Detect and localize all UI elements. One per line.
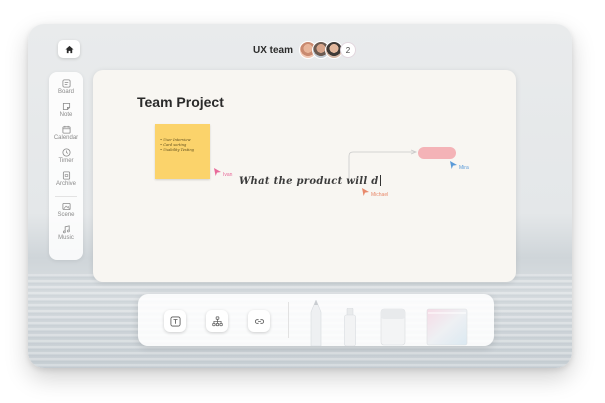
text-caret — [379, 175, 381, 186]
sidebar-item-label: Archive — [55, 181, 76, 187]
text-icon — [170, 316, 180, 326]
sidebar-item-timer[interactable]: Timer — [49, 148, 83, 164]
cursor-name: Mira — [459, 165, 469, 171]
calendar-icon — [61, 125, 71, 134]
shape-node[interactable] — [418, 147, 456, 159]
sidebar-divider — [55, 196, 77, 197]
archive-icon — [62, 171, 70, 180]
sidebar-item-archive[interactable]: Archive — [49, 171, 83, 187]
text-tool-button[interactable] — [164, 310, 186, 332]
cursor-arrow-icon — [362, 188, 369, 196]
pen-tool[interactable] — [308, 300, 324, 346]
cursor-name: Ivan — [223, 172, 233, 178]
team-header: UX team 2 — [253, 38, 357, 62]
sidebar-item-label: Timer — [58, 158, 74, 164]
member-avatars[interactable]: 2 — [299, 41, 357, 59]
cursor-arrow-icon — [214, 168, 221, 176]
cursor-arrow-icon — [450, 161, 457, 169]
home-icon — [64, 45, 74, 53]
app-window: UX team 2 Board Note Calendar Timer Arch… — [28, 24, 572, 368]
sidebar-item-board[interactable]: Board — [49, 79, 83, 95]
collaborator-cursor-ivan: Ivan — [214, 168, 232, 178]
sidebar-item-calendar[interactable]: Calendar — [49, 125, 83, 141]
diagram-tool-button[interactable] — [206, 310, 228, 332]
toolbar-divider — [288, 302, 289, 338]
marker-tool[interactable] — [342, 308, 358, 346]
member-count-badge[interactable]: 2 — [340, 42, 357, 58]
scene-icon — [61, 202, 71, 211]
eraser-tool[interactable] — [380, 308, 406, 346]
sidebar-item-note[interactable]: Note — [49, 102, 83, 118]
sidebar-item-label: Calendar — [53, 135, 79, 141]
sidebar-item-label: Board — [57, 89, 74, 95]
collaborator-cursor-mira: Mira — [450, 161, 469, 171]
whiteboard-canvas[interactable]: Team Project • User Interview • Card sor… — [93, 70, 516, 282]
sidebar-item-scene[interactable]: Scene — [49, 202, 83, 218]
sticky-pad-tool[interactable] — [426, 308, 468, 346]
board-icon — [61, 79, 71, 88]
link-icon — [254, 318, 264, 324]
cursor-name: Michael — [371, 192, 389, 198]
link-tool-button[interactable] — [248, 310, 270, 332]
clock-icon — [61, 148, 71, 157]
music-icon — [62, 225, 70, 234]
bottom-toolbar — [138, 294, 494, 346]
hierarchy-icon — [211, 316, 223, 326]
note-icon — [62, 102, 70, 111]
sidebar-item-label: Note — [59, 112, 73, 118]
team-name: UX team — [253, 44, 294, 56]
sidebar: Board Note Calendar Timer Archive Scene … — [49, 72, 83, 260]
sidebar-item-label: Music — [58, 235, 74, 241]
home-button[interactable] — [58, 40, 80, 58]
handwritten-text-content: What the product will d — [239, 176, 379, 187]
sidebar-item-label: Scene — [57, 212, 75, 218]
collaborator-cursor-michael: Michael — [362, 188, 388, 198]
sidebar-item-music[interactable]: Music — [49, 225, 83, 241]
handwritten-text[interactable]: What the product will d — [239, 175, 381, 187]
